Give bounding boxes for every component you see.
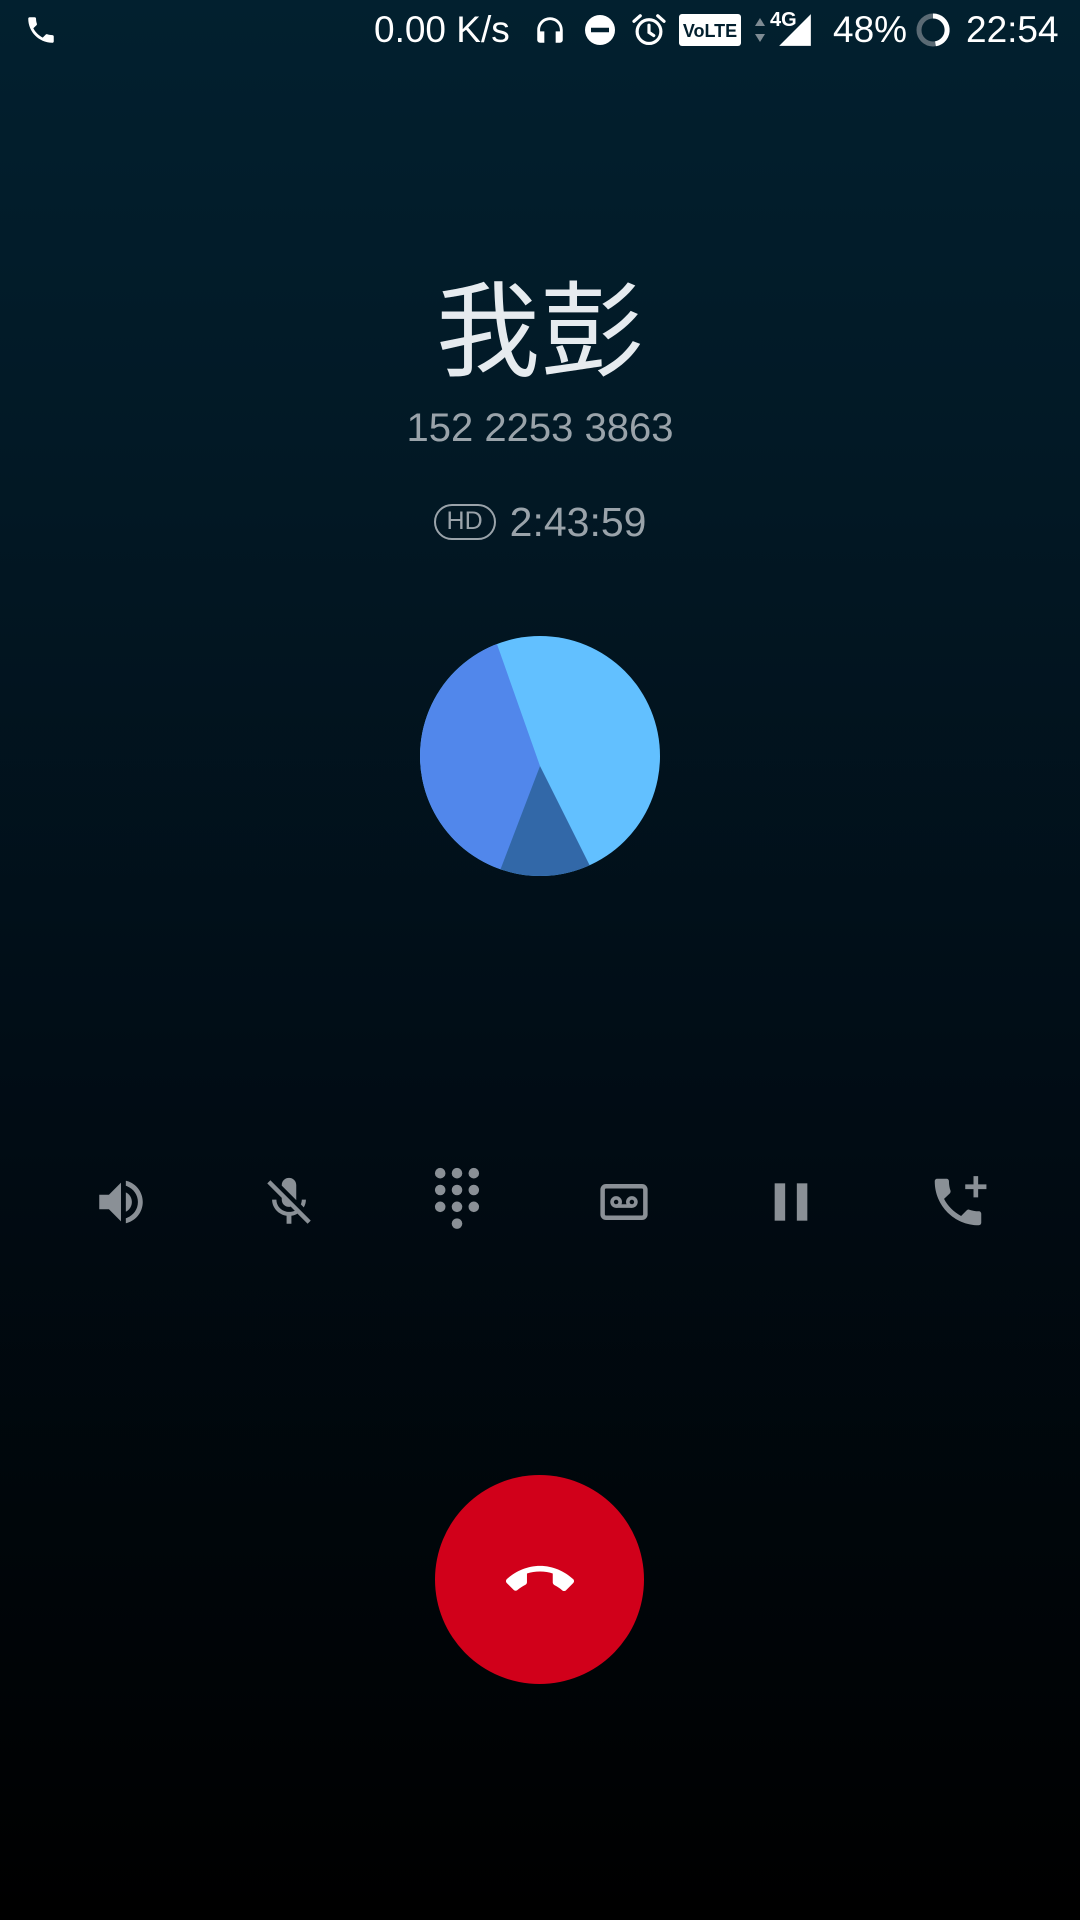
call-duration: 2:43:59 [509,498,647,545]
add-call-button[interactable] [916,1162,1000,1242]
alarm-icon [630,0,668,60]
call-end-icon [505,1565,574,1591]
pause-icon [774,1183,808,1221]
add-call-icon [934,1176,987,1226]
svg-text:VoLTE: VoLTE [683,21,737,41]
do-not-disturb-icon [582,0,618,60]
network-speed: 0.00 K/s [374,9,510,50]
headphones-icon [533,0,567,60]
status-bar: 0.00 K/s VoLTE 4G 48% 22:54 [0,0,1080,60]
dialpad-button[interactable] [415,1162,499,1242]
data-activity-icon [754,0,766,60]
call-controls [0,1162,1080,1242]
speaker-button[interactable] [79,1162,163,1242]
clock: 22:54 [966,9,1059,50]
battery-ring-icon [915,0,951,60]
mic-off-icon [267,1177,311,1224]
speaker-icon [99,1180,143,1224]
hd-badge: HD [433,504,496,540]
contact-name: 我彭 [435,271,644,393]
record-cassette-icon [600,1184,648,1220]
contact-avatar-icon [420,636,660,876]
volte-badge: VoLTE [679,0,741,60]
phone-icon [24,0,58,60]
end-call-button[interactable] [435,1475,644,1684]
record-button[interactable] [582,1162,666,1242]
hold-button[interactable] [749,1162,833,1242]
battery-percent: 48% [833,9,908,50]
mute-button[interactable] [247,1162,331,1242]
phone-number: 152 2253 3863 [406,406,674,450]
dialpad-icon [434,1167,480,1229]
signal-icon [776,0,814,60]
call-meta: HD 2:43:59 [0,494,1080,550]
